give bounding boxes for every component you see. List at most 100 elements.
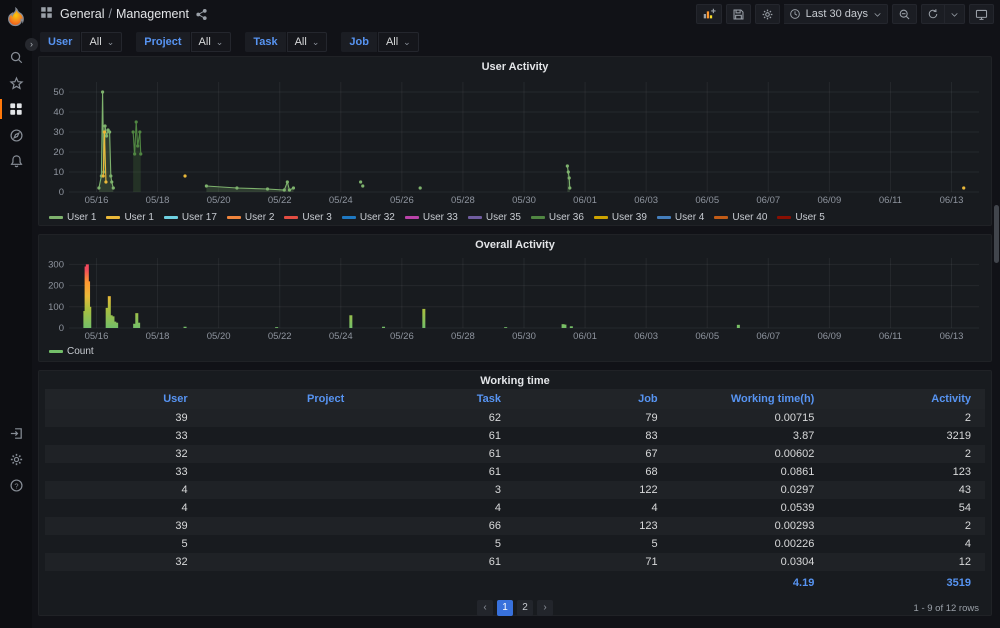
time-range-label: Last 30 days — [806, 8, 868, 20]
table-cell: 4 — [515, 502, 672, 514]
svg-text:10: 10 — [53, 167, 64, 178]
svg-text:05/24: 05/24 — [329, 195, 353, 206]
sidebar-item-dashboards[interactable] — [0, 96, 32, 122]
legend-item[interactable]: User 33 — [405, 212, 458, 223]
save-dashboard-button[interactable] — [726, 4, 751, 24]
search-icon — [9, 50, 24, 65]
legend-item[interactable]: User 35 — [468, 212, 521, 223]
legend-series-dash — [657, 216, 671, 219]
svg-text:06/07: 06/07 — [756, 331, 780, 342]
filter-user: User All ⌄ — [40, 32, 122, 52]
filter-job-value[interactable]: All ⌄ — [378, 32, 419, 52]
overall-activity-chart[interactable]: 05/1605/1805/2005/2205/2405/2605/2805/30… — [45, 254, 983, 342]
table-cell: 33 — [45, 466, 202, 478]
table-row: 3962790.007152 — [45, 409, 985, 427]
totals-activity: 3519 — [828, 577, 985, 589]
table-cell: 32 — [45, 448, 202, 460]
column-header[interactable]: Working time(h) — [672, 393, 829, 405]
legend-series-label: User 39 — [612, 212, 647, 223]
dashboard-apps-icon — [40, 6, 53, 22]
sidebar-item-help[interactable]: ? — [0, 472, 32, 498]
filter-project-label: Project — [136, 32, 189, 52]
svg-text:06/01: 06/01 — [573, 331, 597, 342]
column-header[interactable]: Task — [358, 393, 515, 405]
table-cell: 0.00293 — [672, 520, 829, 532]
refresh-button[interactable] — [921, 4, 945, 24]
table-cell: 0.00602 — [672, 448, 829, 460]
pagination-summary: 1 - 9 of 12 rows — [914, 603, 979, 614]
add-panel-button[interactable] — [696, 4, 722, 24]
legend-item[interactable]: User 4 — [657, 212, 704, 223]
table-cell: 71 — [515, 556, 672, 568]
panel-title[interactable]: User Activity — [45, 60, 985, 76]
expand-sidebar-button[interactable]: › — [25, 38, 38, 51]
pagination-page-button[interactable]: 1 — [497, 600, 513, 616]
column-header[interactable]: Job — [515, 393, 672, 405]
legend-series-dash — [405, 216, 419, 219]
svg-text:0: 0 — [59, 187, 64, 198]
legend-item[interactable]: User 1 — [49, 212, 96, 223]
help-icon: ? — [9, 478, 24, 493]
legend-item[interactable]: Count — [49, 346, 94, 357]
legend-item[interactable]: User 36 — [531, 212, 584, 223]
chevron-down-icon: ⌄ — [107, 37, 115, 48]
legend-item[interactable]: User 2 — [227, 212, 274, 223]
zoom-out-icon — [898, 8, 911, 21]
monitor-icon — [975, 8, 988, 21]
pagination-page-button[interactable]: 2 — [517, 600, 533, 616]
toolbar: Last 30 days — [696, 4, 994, 24]
panel-working-time: Working time UserProjectTaskJobWorking t… — [38, 370, 992, 616]
time-range-picker[interactable]: Last 30 days — [784, 4, 888, 24]
svg-text:50: 50 — [53, 87, 64, 98]
user-activity-chart[interactable]: 05/1605/1805/2005/2205/2405/2605/2805/30… — [45, 76, 983, 208]
legend-series-dash — [777, 216, 791, 219]
zoom-out-time-button[interactable] — [892, 4, 917, 24]
column-header[interactable]: Activity — [828, 393, 985, 405]
filter-project-value[interactable]: All ⌄ — [191, 32, 232, 52]
sidebar: ? — [0, 0, 32, 628]
sidebar-item-starred[interactable] — [0, 70, 32, 96]
legend-series-dash — [284, 216, 298, 219]
legend-item[interactable]: User 5 — [777, 212, 824, 223]
column-header[interactable]: Project — [202, 393, 359, 405]
table-cell: 54 — [828, 502, 985, 514]
chevron-down-icon: ⌄ — [403, 37, 411, 48]
legend-series-dash — [594, 216, 608, 219]
pagination-prev-button[interactable]: ‹ — [477, 600, 493, 616]
legend-series-label: User 32 — [360, 212, 395, 223]
breadcrumb-folder[interactable]: General — [60, 7, 104, 21]
legend-item[interactable]: User 32 — [342, 212, 395, 223]
sidebar-item-alerting[interactable] — [0, 148, 32, 174]
legend-item[interactable]: User 40 — [714, 212, 767, 223]
svg-text:300: 300 — [48, 259, 64, 270]
sidebar-item-explore[interactable] — [0, 122, 32, 148]
filter-job-label: Job — [341, 32, 377, 52]
breadcrumb-dashboard[interactable]: Management — [116, 7, 189, 21]
user-activity-legend: User 1 User 1 User 17 User 2 User 3 User 32 Us… — [45, 211, 985, 224]
page-scrollbar[interactable] — [994, 205, 999, 263]
cycle-view-mode-button[interactable] — [969, 4, 994, 24]
filter-job-selected: All — [386, 36, 398, 48]
sidebar-item-configuration[interactable] — [0, 446, 32, 472]
column-header[interactable]: User — [45, 393, 202, 405]
filter-job: Job All ⌄ — [341, 32, 418, 52]
refresh-interval-button[interactable] — [945, 4, 965, 24]
table-cell: 2 — [828, 520, 985, 532]
filter-user-value[interactable]: All ⌄ — [81, 32, 122, 52]
legend-item[interactable]: User 1 — [106, 212, 153, 223]
filter-task-value[interactable]: All ⌄ — [287, 32, 328, 52]
grafana-logo[interactable] — [0, 2, 32, 32]
panel-title[interactable]: Working time — [45, 374, 985, 389]
legend-item[interactable]: User 3 — [284, 212, 331, 223]
legend-item[interactable]: User 17 — [164, 212, 217, 223]
dashboard-settings-button[interactable] — [755, 4, 780, 24]
share-dashboard-button[interactable] — [195, 8, 208, 21]
panel-title[interactable]: Overall Activity — [45, 238, 985, 254]
pagination-next-button[interactable]: › — [537, 600, 553, 616]
legend-series-dash — [714, 216, 728, 219]
legend-item[interactable]: User 39 — [594, 212, 647, 223]
sidebar-item-sign-in[interactable] — [0, 420, 32, 446]
svg-text:05/16: 05/16 — [85, 331, 109, 342]
svg-text:05/20: 05/20 — [207, 331, 231, 342]
chevron-down-icon: ⌄ — [312, 37, 320, 48]
